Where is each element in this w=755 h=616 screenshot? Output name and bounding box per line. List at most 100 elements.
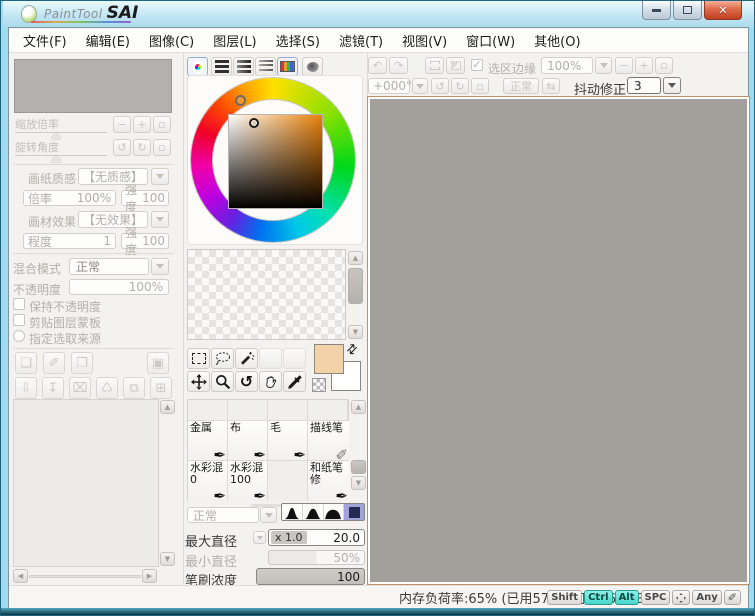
transfer-down-button[interactable]: ⇩ xyxy=(15,377,37,399)
opacity-slider[interactable]: 100% xyxy=(69,279,169,295)
menu-window[interactable]: 窗口(W) xyxy=(466,31,515,50)
flip-horizontal-button[interactable]: ⇆ xyxy=(542,78,560,94)
rotate-reset-button[interactable]: ▫ xyxy=(471,78,489,94)
zoom-in-button[interactable]: + xyxy=(635,57,653,74)
clear-layer-button[interactable]: ⌧ xyxy=(69,377,91,399)
menu-filter[interactable]: 滤镜(T) xyxy=(339,31,383,50)
brush-slot-empty[interactable] xyxy=(268,461,308,501)
layers-scroll-left-button[interactable]: ◀ xyxy=(13,569,28,583)
material-effect-dropdown-button[interactable] xyxy=(151,211,169,228)
canvas-angle-field[interactable]: +000° xyxy=(368,78,410,94)
layers-scroll-up-button[interactable]: ▲ xyxy=(160,400,175,414)
brush-metal[interactable]: 金属✒ xyxy=(188,421,228,461)
deselect-button[interactable] xyxy=(425,57,444,74)
delete-layer-button[interactable]: ♺ xyxy=(96,377,118,399)
rotate-ccw-button[interactable]: ↺ xyxy=(431,78,449,94)
normal-view-button[interactable]: 正常 xyxy=(503,78,539,94)
primary-color-swatch[interactable] xyxy=(314,344,344,374)
empty-tool-slot[interactable] xyxy=(283,348,306,369)
scratchpad-tab[interactable] xyxy=(302,57,323,76)
brush-mode-dropdown-button[interactable] xyxy=(260,507,277,523)
new-vector-layer-button[interactable]: ✐ xyxy=(43,352,65,374)
brush-tip-square-selected[interactable] xyxy=(344,504,364,520)
brush-tip-medium[interactable] xyxy=(303,504,324,520)
rgb-slider-tab[interactable] xyxy=(211,57,232,76)
brush-slot-empty[interactable] xyxy=(308,400,348,421)
scratchpad-scroll-thumb[interactable] xyxy=(348,268,363,304)
undo-button[interactable]: ↶ xyxy=(368,57,387,74)
minimize-button[interactable] xyxy=(642,1,671,20)
magic-wand-tool[interactable] xyxy=(235,348,258,369)
rotate-canvas-tool[interactable]: ↺ xyxy=(235,371,258,392)
menu-image[interactable]: 图像(C) xyxy=(149,31,194,50)
brush-washi-pen[interactable]: 和纸笔修✒ xyxy=(308,461,349,501)
navigator-preview[interactable] xyxy=(14,59,172,113)
brush-slot-empty[interactable] xyxy=(188,400,228,421)
zoom-tool[interactable] xyxy=(211,371,234,392)
layers-hscroll-track[interactable] xyxy=(29,575,141,578)
menu-view[interactable]: 视图(V) xyxy=(402,31,447,50)
stabilizer-dropdown-button[interactable] xyxy=(663,77,681,94)
layers-scroll-down-button[interactable]: ▼ xyxy=(160,552,175,566)
paper-scale-slider[interactable]: 倍率 100% xyxy=(23,190,116,206)
move-tool[interactable] xyxy=(187,371,210,392)
paste-layer-button[interactable]: ⊞ xyxy=(150,377,172,399)
brush-slot-empty[interactable] xyxy=(268,400,308,421)
saturation-value-square[interactable] xyxy=(229,115,322,208)
navigator-rotate-slider-thumb[interactable] xyxy=(51,156,61,162)
blend-mode-select[interactable]: 正常 xyxy=(69,258,149,275)
min-diameter-slider[interactable]: 50% xyxy=(268,550,365,565)
layers-scroll-right-button[interactable]: ▶ xyxy=(142,569,157,583)
title-bar[interactable]: PaintTool SAI ✕ xyxy=(3,1,754,27)
nav-zoom-out-button[interactable]: − xyxy=(113,116,131,133)
empty-tool-slot[interactable] xyxy=(259,348,282,369)
new-layer-folder-button[interactable]: ❐ xyxy=(71,352,93,374)
effect-degree-slider[interactable]: 程度 1 xyxy=(23,233,116,249)
hand-tool[interactable] xyxy=(259,371,282,392)
color-wheel-tab[interactable] xyxy=(187,57,208,76)
zoom-reset-button[interactable]: ▫ xyxy=(655,57,673,74)
brush-scroll-up-button[interactable]: ▲ xyxy=(351,400,366,414)
rotate-cw-button[interactable]: ↻ xyxy=(451,78,469,94)
merge-down-button[interactable]: ↧ xyxy=(42,377,64,399)
brush-slot-empty[interactable] xyxy=(228,400,268,421)
brush-tip-soft[interactable] xyxy=(282,504,303,520)
rect-select-tool[interactable] xyxy=(187,348,210,369)
layers-list[interactable] xyxy=(13,399,159,567)
menu-select[interactable]: 选择(S) xyxy=(276,31,320,50)
copy-layer-button[interactable]: ⧉ xyxy=(123,377,145,399)
layer-mask-button[interactable]: ▣ xyxy=(147,352,169,374)
paper-strength-slider[interactable]: 强度 100 xyxy=(121,190,169,206)
preserve-opacity-checkbox[interactable] xyxy=(13,298,25,310)
selection-edge-checkbox[interactable]: ✓ xyxy=(471,59,483,71)
maximize-button[interactable] xyxy=(673,1,702,20)
menu-layer[interactable]: 图层(L) xyxy=(213,31,256,50)
mixed-slider-tab[interactable] xyxy=(255,57,276,76)
scratchpad-scroll-up-button[interactable]: ▲ xyxy=(348,251,363,265)
navigator-rotate-slider[interactable] xyxy=(15,155,107,156)
redo-button[interactable]: ↷ xyxy=(389,57,408,74)
brush-tip-hard[interactable] xyxy=(324,504,345,520)
new-layer-button[interactable]: ❏ xyxy=(15,352,37,374)
navigator-zoom-slider[interactable] xyxy=(15,132,107,133)
menu-other[interactable]: 其他(O) xyxy=(534,31,580,50)
hsv-slider-tab[interactable] xyxy=(233,57,254,76)
brush-watercolor-100[interactable]: 水彩混100✒ xyxy=(228,461,268,501)
drawing-canvas[interactable] xyxy=(368,97,749,584)
scratchpad-scroll-down-button[interactable]: ▼ xyxy=(348,325,363,339)
brush-cloth[interactable]: 布✒ xyxy=(228,421,268,461)
nav-rotate-reset-button[interactable]: ▫ xyxy=(153,139,171,156)
brush-watercolor-0[interactable]: 水彩混0✒ xyxy=(188,461,228,501)
invert-selection-button[interactable] xyxy=(446,57,465,74)
nav-zoom-in-button[interactable]: + xyxy=(133,116,151,133)
brush-scroll-down-button[interactable]: ▼ xyxy=(351,476,366,490)
nav-rotate-cw-button[interactable]: ↻ xyxy=(133,139,151,156)
clipping-mask-checkbox[interactable] xyxy=(13,314,25,326)
max-diameter-multiplier[interactable]: x 1.0 xyxy=(271,531,307,544)
blend-mode-dropdown-button[interactable] xyxy=(151,258,169,275)
zoom-out-button[interactable]: − xyxy=(615,57,633,74)
paper-texture-dropdown-button[interactable] xyxy=(151,168,169,185)
max-diameter-dropdown-button[interactable] xyxy=(253,531,266,544)
density-slider[interactable]: 100 xyxy=(256,568,365,585)
nav-rotate-ccw-button[interactable]: ↺ xyxy=(113,139,131,156)
